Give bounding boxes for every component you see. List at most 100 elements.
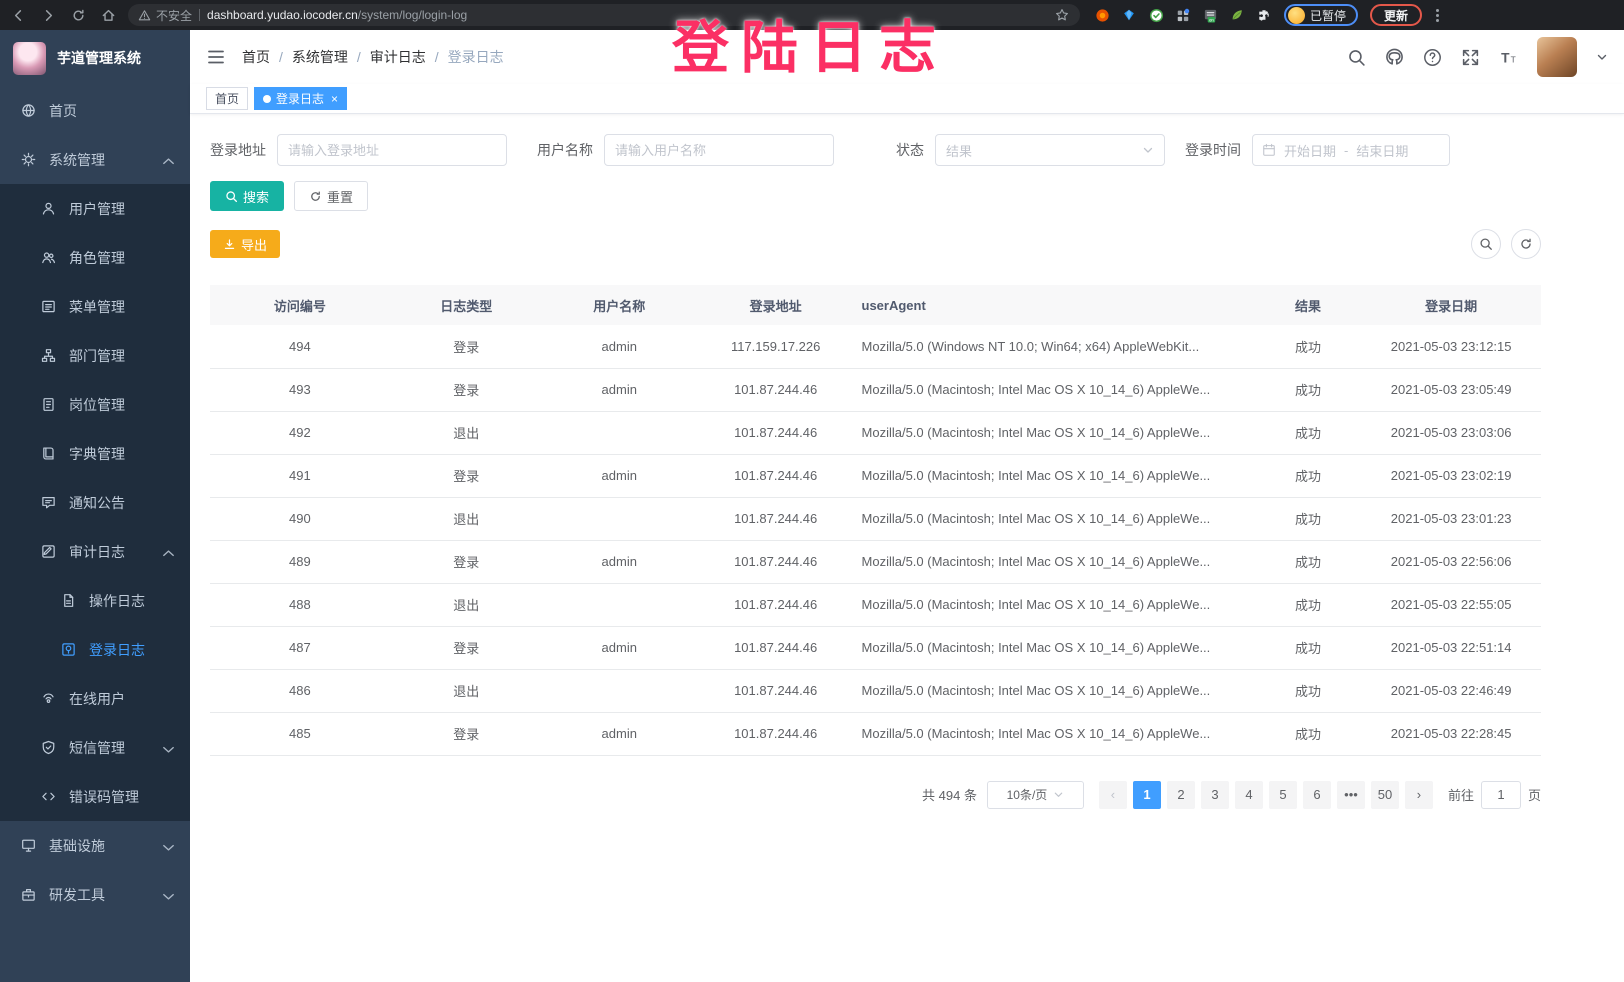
puzzle-extension-icon[interactable] [1256,7,1272,23]
sidebar-item-post-mgmt[interactable]: 岗位管理 [0,380,190,429]
address-bar[interactable]: 不安全 dashboard.yudao.iocoder.cn/system/lo… [128,4,1080,26]
username-filter-input[interactable] [604,134,834,166]
profile-sync-paused-chip[interactable]: 已暂停 [1284,4,1358,26]
table-row[interactable]: 492退出101.87.244.46Mozilla/5.0 (Macintosh… [210,411,1541,454]
table-cell [543,583,696,626]
export-button[interactable]: 导出 [210,230,280,258]
tab-login-log[interactable]: 登录日志× [254,87,347,110]
column-header: userAgent [856,285,1255,325]
gem-extension-icon[interactable] [1121,7,1137,23]
page-button-2[interactable]: 2 [1167,781,1195,809]
close-icon[interactable]: × [331,93,338,105]
page-size-select[interactable]: 10条/页 [987,781,1084,809]
sidebar-item-user-mgmt[interactable]: 用户管理 [0,184,190,233]
wellness-extension-icon[interactable] [1148,7,1164,23]
sidebar-item-label: 岗位管理 [69,395,125,415]
hamburger-icon[interactable] [206,47,226,67]
sidebar-item-label: 在线用户 [69,689,125,709]
breadcrumb-link[interactable]: 首页 [242,47,270,67]
sidebar-item-role-mgmt[interactable]: 角色管理 [0,233,190,282]
sidebar-item-notice[interactable]: 通知公告 [0,478,190,527]
table-cell: 成功 [1255,669,1361,712]
sidebar-item-operate-log[interactable]: 操作日志 [0,576,190,625]
search-button[interactable]: 搜索 [210,181,284,211]
back-icon[interactable] [10,7,26,23]
fullscreen-icon[interactable] [1461,48,1480,67]
address-filter-input[interactable] [277,134,507,166]
sidebar-item-audit-log[interactable]: 审计日志 [0,527,190,576]
page-button-6[interactable]: 6 [1303,781,1331,809]
svg-text:on: on [1209,17,1214,22]
sidebar-item-menu-mgmt[interactable]: 菜单管理 [0,282,190,331]
tab-home[interactable]: 首页 [206,87,248,110]
table-row[interactable]: 485登录admin101.87.244.46Mozilla/5.0 (Maci… [210,712,1541,755]
sidebar-item-online-user[interactable]: 在线用户 [0,674,190,723]
sidebar-item-label: 基础设施 [49,836,105,856]
table-cell: Mozilla/5.0 (Macintosh; Intel Mac OS X 1… [856,540,1255,583]
browser-update-button[interactable]: 更新 [1370,4,1422,26]
next-page-button[interactable]: › [1405,781,1433,809]
sidebar-item-system[interactable]: 系统管理 [0,135,190,184]
svg-text:T: T [1511,54,1516,64]
sidebar-item-home[interactable]: 首页 [0,86,190,135]
table-cell: 489 [210,540,390,583]
goto-page-input[interactable] [1481,781,1521,809]
table-cell [543,669,696,712]
reload-icon[interactable] [70,7,86,23]
export-button-label: 导出 [241,235,267,254]
table-row[interactable]: 494登录admin117.159.17.226Mozilla/5.0 (Win… [210,325,1541,368]
sidebar-item-login-log[interactable]: 登录日志 [0,625,190,674]
status-select[interactable]: 结果 [935,134,1165,166]
help-icon[interactable] [1423,48,1442,67]
table-cell: Mozilla/5.0 (Windows NT 10.0; Win64; x64… [856,325,1255,368]
search-icon[interactable] [1347,48,1366,67]
reset-button[interactable]: 重置 [294,181,368,211]
page-button-5[interactable]: 5 [1269,781,1297,809]
forward-icon[interactable] [40,7,56,23]
dict-icon [40,446,56,462]
table-row[interactable]: 488退出101.87.244.46Mozilla/5.0 (Macintosh… [210,583,1541,626]
user-avatar[interactable] [1537,37,1577,77]
apps-grid-extension-icon[interactable] [1175,7,1191,23]
table-cell: 成功 [1255,411,1361,454]
sidebar-item-dict-mgmt[interactable]: 字典管理 [0,429,190,478]
table-row[interactable]: 489登录admin101.87.244.46Mozilla/5.0 (Maci… [210,540,1541,583]
more-pages-button[interactable]: ••• [1337,781,1365,809]
app-logo[interactable]: 芋道管理系统 [0,30,190,86]
toggle-search-button[interactable] [1471,229,1501,259]
page-button-3[interactable]: 3 [1201,781,1229,809]
sidebar-item-error-code[interactable]: 错误码管理 [0,772,190,821]
breadcrumb-separator: / [435,49,439,65]
breadcrumb-link[interactable]: 系统管理 [292,47,348,67]
date-range-picker[interactable]: 开始日期 - 结束日期 [1252,134,1450,166]
badge-icon [40,397,56,413]
home-icon[interactable] [100,7,116,23]
ember-extension-icon[interactable] [1094,7,1110,23]
table-row[interactable]: 486退出101.87.244.46Mozilla/5.0 (Macintosh… [210,669,1541,712]
refresh-table-button[interactable] [1511,229,1541,259]
sidebar-item-infra[interactable]: 基础设施 [0,821,190,870]
sidebar-item-label: 角色管理 [69,248,125,268]
github-icon[interactable] [1385,48,1404,67]
breadcrumb-link[interactable]: 审计日志 [370,47,426,67]
not-secure-warning[interactable]: 不安全 [138,7,192,24]
font-size-icon[interactable]: TT [1499,48,1518,67]
leaf-extension-icon[interactable] [1229,7,1245,23]
page-button-4[interactable]: 4 [1235,781,1263,809]
page-button-1[interactable]: 1 [1133,781,1161,809]
table-row[interactable]: 491登录admin101.87.244.46Mozilla/5.0 (Maci… [210,454,1541,497]
page-button-50[interactable]: 50 [1371,781,1399,809]
chevron-down-icon[interactable] [1596,51,1608,63]
list-on-extension-icon[interactable]: on [1202,7,1218,23]
chevron-down-icon [161,840,173,852]
browser-menu-icon[interactable] [1436,9,1439,22]
table-row[interactable]: 490退出101.87.244.46Mozilla/5.0 (Macintosh… [210,497,1541,540]
sidebar-item-dept-mgmt[interactable]: 部门管理 [0,331,190,380]
table-row[interactable]: 487登录admin101.87.244.46Mozilla/5.0 (Maci… [210,626,1541,669]
sidebar-item-sms-mgmt[interactable]: 短信管理 [0,723,190,772]
table-cell: 登录 [390,454,543,497]
sidebar-item-dev-tool[interactable]: 研发工具 [0,870,190,919]
bookmark-star-icon[interactable] [1054,7,1070,23]
table-row[interactable]: 493登录admin101.87.244.46Mozilla/5.0 (Maci… [210,368,1541,411]
prev-page-button[interactable]: ‹ [1099,781,1127,809]
